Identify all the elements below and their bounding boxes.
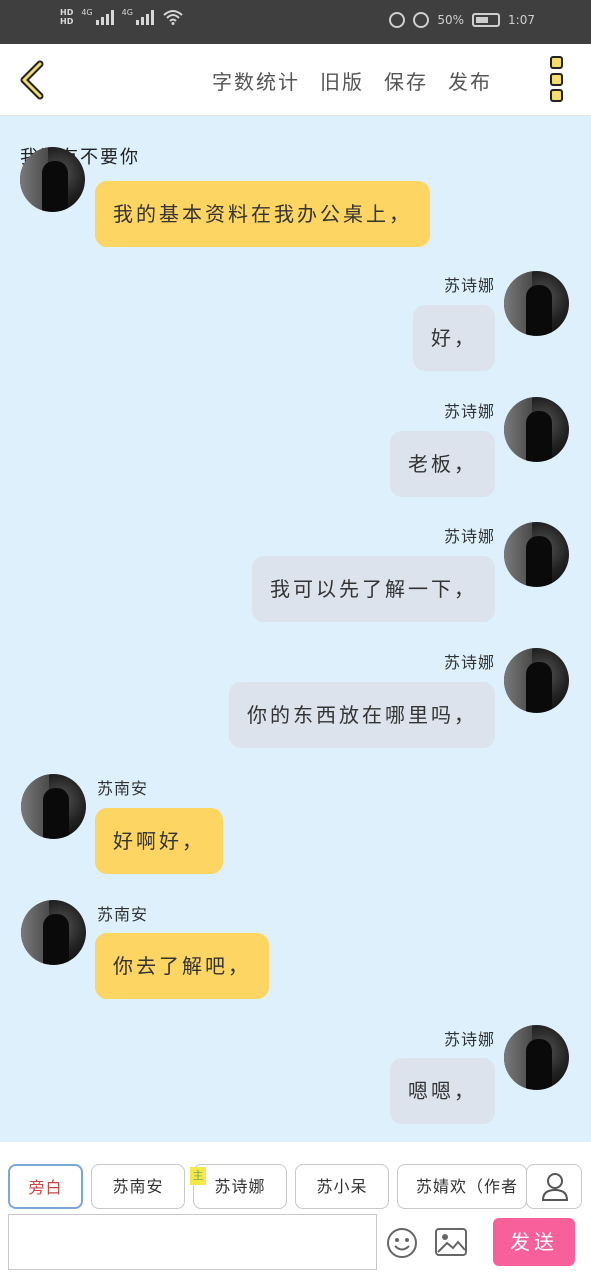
battery-percent: 50%	[437, 13, 465, 27]
message-bubble[interactable]: 好，	[413, 305, 495, 371]
role-suxiaodai[interactable]: 苏小呆	[295, 1164, 389, 1209]
message-bubble[interactable]: 你的东西放在哪里吗，	[229, 682, 495, 748]
clock: 1:07	[508, 13, 535, 27]
add-role-button[interactable]	[526, 1164, 582, 1209]
avatar[interactable]	[504, 397, 569, 462]
image-icon[interactable]	[434, 1227, 468, 1257]
eye-comfort-icon	[389, 12, 406, 28]
avatar[interactable]	[504, 522, 569, 587]
message-bubble[interactable]: 我可以先了解一下，	[252, 556, 495, 622]
top-bar: 字数统计 旧版 保存 发布	[0, 44, 591, 116]
avatar[interactable]	[504, 271, 569, 336]
signal-icon	[95, 9, 114, 25]
save-link[interactable]: 保存	[384, 66, 428, 95]
sender-name: 苏诗娜	[443, 653, 495, 672]
status-bar: HD HD 4G 4G 50% 1:07	[0, 0, 591, 44]
sender-name: 苏南安	[97, 905, 149, 924]
avatar[interactable]	[21, 774, 86, 839]
message-bubble[interactable]: 好啊好，	[95, 808, 223, 874]
top-actions: 字数统计 旧版 保存 发布	[212, 66, 492, 95]
role-narrator[interactable]: 旁白	[8, 1164, 83, 1209]
sender-name: 苏诗娜	[443, 527, 495, 546]
signal-icon-2	[135, 9, 154, 25]
sender-name: 苏南安	[97, 779, 149, 798]
avatar[interactable]	[504, 1025, 569, 1090]
sender-name: 苏诗娜	[443, 402, 495, 421]
publish-link[interactable]: 发布	[448, 66, 492, 95]
role-sujinghuan[interactable]: 苏婧欢（作者	[397, 1164, 527, 1209]
signal-group: HD HD 4G 4G	[60, 8, 184, 26]
role-sushina[interactable]: 苏诗娜	[193, 1164, 287, 1209]
message-bubble[interactable]: 老板，	[390, 431, 495, 497]
user-icon	[541, 1173, 569, 1201]
back-button[interactable]	[14, 60, 50, 100]
message-bubble[interactable]: 我的基本资料在我办公桌上，	[95, 181, 430, 247]
sender-name: 苏诗娜	[443, 276, 495, 295]
message-bubble[interactable]: 嗯嗯，	[390, 1058, 495, 1124]
wifi-icon	[163, 10, 183, 25]
message-bubble[interactable]: 你去了解吧，	[95, 933, 269, 999]
chat-area[interactable]: 我没有不要你 我的基本资料在我办公桌上， 苏诗娜 好， 苏诗娜 老板， 苏诗娜 …	[0, 117, 591, 1142]
sender-name: 苏诗娜	[443, 1030, 495, 1049]
old-version-link[interactable]: 旧版	[320, 66, 364, 95]
battery-icon	[472, 13, 501, 27]
more-menu-icon[interactable]	[550, 56, 566, 102]
bottom-panel: 旁白 苏南安 苏诗娜 主 苏小呆 苏婧欢（作者 发送	[0, 1142, 591, 1280]
role-sunanan[interactable]: 苏南安	[91, 1164, 185, 1209]
avatar[interactable]	[504, 648, 569, 713]
hd-label-2: HD	[60, 17, 74, 26]
send-button[interactable]: 发送	[493, 1218, 575, 1266]
message-input[interactable]	[8, 1214, 377, 1270]
hd-indicator: HD HD	[60, 8, 73, 26]
network-label-2: 4G	[121, 8, 133, 17]
alarm-icon	[413, 12, 430, 28]
system-icons: 50% 1:07	[389, 12, 535, 28]
network-label-1: 4G	[81, 8, 93, 17]
avatar[interactable]	[21, 900, 86, 965]
hd-label-1: HD	[60, 8, 74, 17]
main-role-tag: 主	[190, 1167, 206, 1185]
word-count-link[interactable]: 字数统计	[212, 66, 300, 95]
emoji-icon[interactable]	[386, 1227, 418, 1259]
avatar[interactable]	[20, 147, 85, 212]
